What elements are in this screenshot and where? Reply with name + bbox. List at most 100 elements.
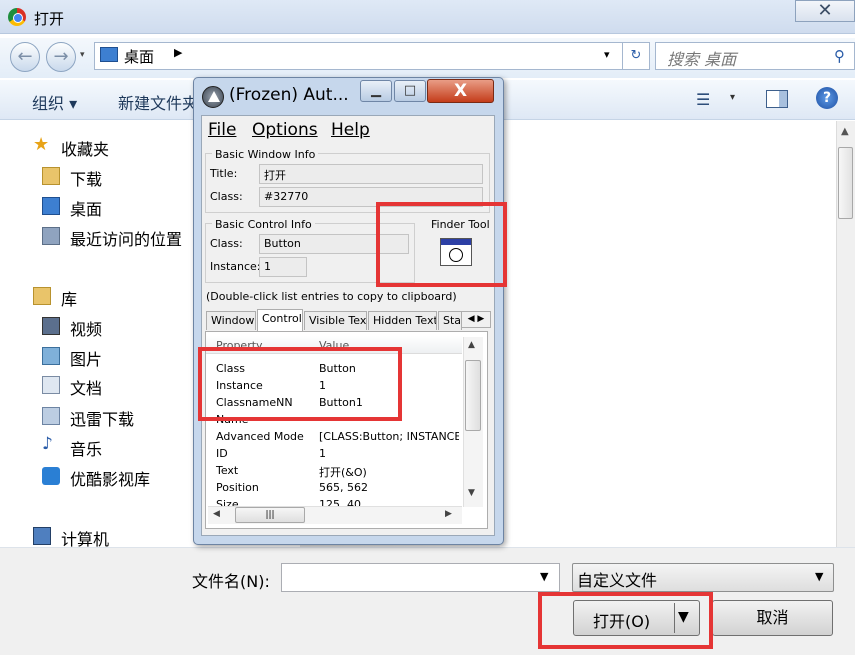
breadcrumb-location[interactable]: 桌面 (124, 46, 154, 67)
recent-pages-dropdown[interactable]: ▾ (80, 50, 85, 60)
filename-input[interactable] (281, 563, 560, 592)
menu-help[interactable]: Help (331, 120, 370, 140)
tab-control[interactable]: Control (257, 309, 303, 331)
minimize-button[interactable]: ▁ (360, 80, 392, 102)
row-property: Size (216, 498, 239, 506)
refresh-button[interactable]: ↻ (622, 42, 650, 70)
property-list-vscroll-thumb[interactable] (465, 360, 481, 431)
menu-options[interactable]: Options (252, 120, 318, 140)
table-row[interactable]: ID 1 (216, 447, 466, 464)
filename-label: 文件名(N): (192, 572, 270, 591)
table-row[interactable]: Position 565, 562 (216, 481, 466, 498)
row-value: 打开(&O) (319, 466, 367, 479)
nav-label: 最近访问的位置 (70, 230, 183, 249)
dialog-close-button[interactable]: ✕ (795, 0, 855, 22)
nav-label: 音乐 (70, 440, 103, 459)
filename-dropdown-icon[interactable]: ▼ (540, 570, 548, 583)
dialog-title: 打开 (34, 10, 65, 28)
search-icon[interactable]: ⚲ (834, 47, 845, 65)
new-folder-button[interactable]: 新建文件夹 (118, 90, 198, 114)
view-dropdown-icon[interactable]: ▾ (730, 92, 735, 103)
tab-window[interactable]: Window (206, 311, 256, 330)
list-scroll-down-icon[interactable]: ▼ (468, 488, 475, 498)
finder-tool-highlight-box (376, 202, 507, 287)
nav-label: 下载 (70, 170, 103, 189)
menu-file[interactable]: File (208, 120, 236, 140)
row-value: [CLASS:Button; INSTANCE:1] (319, 430, 459, 443)
row-value: 125, 40 (319, 498, 361, 506)
nav-label: 文档 (70, 379, 103, 398)
menu-help-label: Help (331, 120, 370, 140)
forward-button[interactable]: → (46, 42, 76, 72)
open-button-highlight-box (538, 592, 713, 649)
nav-label: 图片 (70, 350, 103, 369)
organize-button[interactable]: 组织 ▾ (32, 90, 77, 114)
desktop-icon (42, 197, 60, 215)
control-properties-highlight-box (198, 347, 402, 421)
window-title-label: Title: (210, 167, 238, 180)
table-row[interactable]: Size 125, 40 (216, 498, 466, 506)
navigation-pane: ★ 收藏夹 下载 桌面 最近访问的位置 库 视频 图片 文档 迅雷下载 ♪ 音乐… (0, 121, 200, 549)
control-class-label: Class: (210, 237, 243, 250)
control-instance-label: Instance: (210, 260, 261, 273)
recent-places-icon (42, 227, 60, 245)
nav-label: 优酷影视库 (70, 470, 151, 489)
autoit-logo-icon (202, 86, 224, 108)
downloads-folder-icon (42, 167, 60, 185)
file-list-scroll-thumb[interactable] (838, 147, 853, 219)
video-library-icon (42, 317, 60, 335)
table-row[interactable]: Advanced Mode [CLASS:Button; INSTANCE:1] (216, 430, 466, 447)
row-value: 565, 562 (319, 481, 368, 494)
list-scroll-right-icon[interactable]: ▶ (445, 509, 452, 519)
back-button[interactable]: ← (10, 42, 40, 72)
chrome-icon (8, 8, 26, 26)
dialog-title-bar (0, 0, 855, 34)
window-class-label: Class: (210, 190, 243, 203)
au3-close-button[interactable]: X (427, 79, 494, 103)
basic-window-info-label: Basic Window Info (212, 148, 319, 161)
cancel-button[interactable]: 取消 (712, 600, 833, 636)
table-row[interactable]: Text 打开(&O) (216, 464, 466, 481)
list-scroll-left-icon[interactable]: ◀ (213, 509, 220, 519)
property-list-hscroll-thumb[interactable]: ||| (235, 507, 305, 523)
copy-hint: (Double-click list entries to copy to cl… (206, 290, 457, 303)
au3-window-title: (Frozen) Aut... (229, 85, 349, 105)
search-placeholder: 搜索 桌面 (667, 50, 737, 69)
library-icon (33, 287, 51, 305)
row-property: Text (216, 464, 239, 477)
row-property: Advanced Mode (216, 430, 304, 443)
menu-file-label: File (208, 120, 237, 140)
nav-label: 视频 (70, 320, 103, 339)
tab-visible-text[interactable]: Visible Text (304, 311, 367, 330)
row-property: ID (216, 447, 228, 460)
pictures-library-icon (42, 347, 60, 365)
filetype-dropdown-icon[interactable]: ▼ (815, 570, 823, 583)
menu-options-label: Options (252, 120, 318, 140)
youku-icon (42, 467, 60, 485)
tab-scroll-arrows-icon[interactable]: ◀ ▶ (461, 311, 491, 328)
tab-hidden-text[interactable]: Hidden Text (368, 311, 437, 330)
window-title-field[interactable]: 打开 (259, 164, 483, 184)
desktop-folder-icon (100, 47, 118, 62)
documents-library-icon (42, 376, 60, 394)
address-dropdown-icon[interactable]: ▾ (604, 48, 610, 61)
computer-icon (33, 527, 51, 545)
star-icon: ★ (33, 134, 50, 155)
breadcrumb-chevron-icon[interactable]: ▶ (174, 46, 182, 59)
view-options-icon[interactable]: ☰ (696, 90, 710, 109)
control-instance-field[interactable]: 1 (259, 257, 307, 277)
tab-status[interactable]: Sta (438, 311, 462, 330)
filetype-value: 自定义文件 (577, 571, 658, 590)
help-button[interactable]: ? (816, 87, 838, 109)
nav-label: 迅雷下载 (70, 410, 135, 429)
list-scroll-up-icon[interactable]: ▲ (468, 340, 475, 350)
scroll-up-icon[interactable]: ▲ (841, 126, 849, 137)
row-property: Position (216, 481, 259, 494)
music-note-icon: ♪ (42, 434, 53, 454)
forward-arrow-icon: → (53, 46, 69, 67)
nav-label: 桌面 (70, 200, 103, 219)
preview-pane-icon[interactable] (766, 90, 788, 108)
back-arrow-icon: ← (17, 46, 33, 67)
maximize-button[interactable]: □ (394, 80, 426, 102)
nav-label: 库 (61, 290, 78, 309)
